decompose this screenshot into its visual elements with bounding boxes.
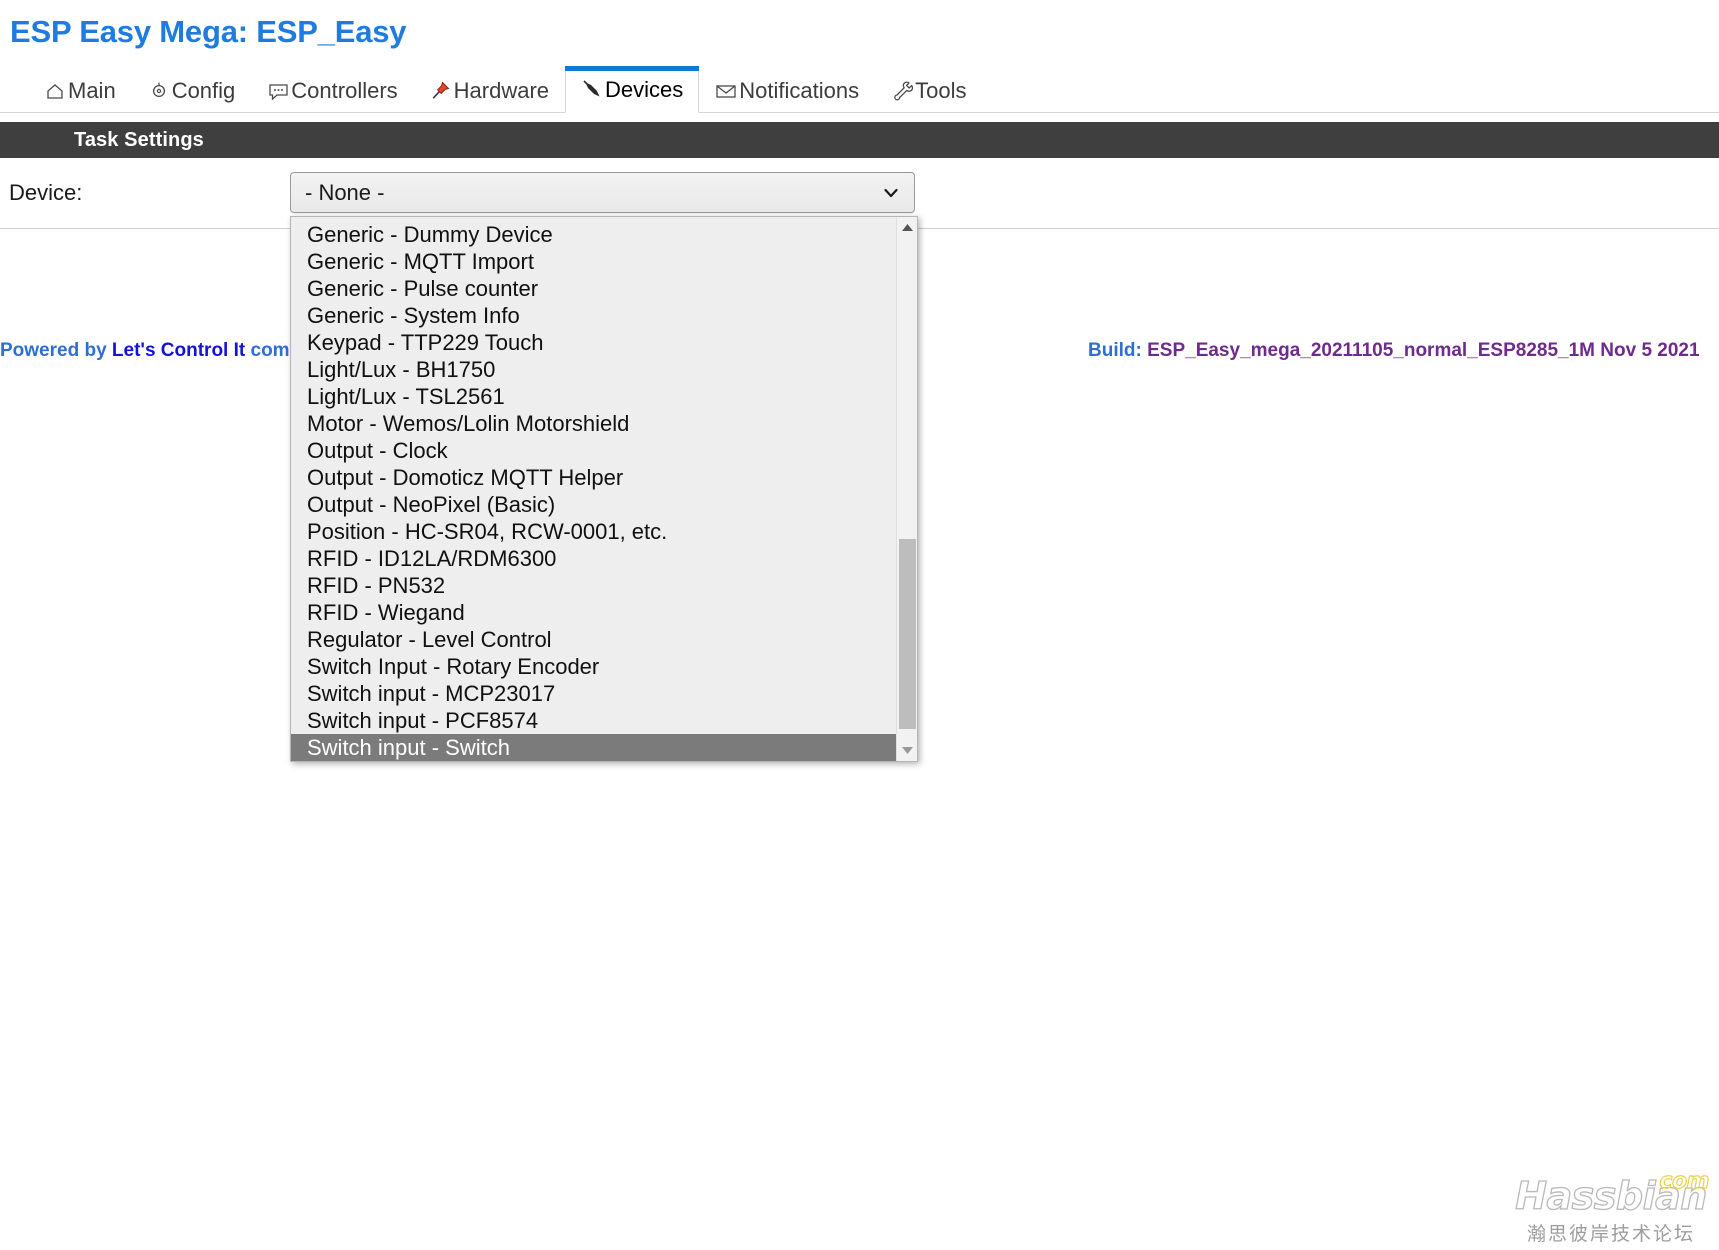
tab-hardware[interactable]: Hardware: [414, 68, 565, 112]
home-icon: [44, 80, 66, 102]
device-select[interactable]: - None -: [290, 172, 915, 213]
dropdown-option[interactable]: Switch Input - Rotary Encoder: [291, 653, 896, 680]
tab-config[interactable]: Config: [132, 68, 252, 112]
tab-main[interactable]: Main: [28, 68, 132, 112]
device-option-list[interactable]: Generic - Dummy Device Generic - MQTT Imp…: [291, 217, 896, 761]
triangle-up-icon[interactable]: [897, 217, 917, 238]
build-label: Build:: [1088, 340, 1142, 361]
scrollbar-thumb[interactable]: [899, 539, 916, 729]
dropdown-option[interactable]: Motor - Wemos/Lolin Motorshield: [291, 410, 896, 437]
tab-tools-label: Tools: [915, 77, 967, 103]
device-select-dropdown[interactable]: Generic - Dummy Device Generic - MQTT Imp…: [290, 216, 918, 762]
gear-icon: [148, 80, 170, 102]
dropdown-option[interactable]: RFID - PN532: [291, 572, 896, 599]
chevron-down-icon: [880, 182, 902, 204]
tab-controllers[interactable]: Controllers: [251, 68, 413, 112]
tab-notifications-label: Notifications: [739, 77, 860, 103]
tab-notifications[interactable]: Notifications: [699, 68, 875, 112]
tab-tools[interactable]: Tools: [875, 68, 982, 112]
watermark-subtitle: 瀚思彼岸技术论坛: [1526, 1223, 1695, 1245]
dropdown-scrollbar[interactable]: [896, 217, 917, 761]
dropdown-option[interactable]: Switch input - Switch: [291, 734, 896, 761]
wrench-icon: [891, 80, 913, 102]
page-root: ESP Easy Mega: ESP_Easy Main Config Cont…: [0, 0, 1719, 1250]
section-title: Task Settings: [74, 128, 204, 151]
dropdown-option[interactable]: RFID - ID12LA/RDM6300: [291, 545, 896, 572]
dropdown-option[interactable]: Generic - Dummy Device: [291, 221, 896, 248]
lets-control-it-link[interactable]: Let's Control It: [112, 340, 245, 361]
device-select-value: - None -: [305, 179, 385, 205]
build-value: ESP_Easy_mega_20211105_normal_ESP8285_1M…: [1147, 340, 1700, 361]
dropdown-option[interactable]: Keypad - TTP229 Touch: [291, 329, 896, 356]
plug-icon: [581, 79, 603, 101]
device-label: Device:: [9, 180, 83, 205]
main-navigation: Main Config Controllers Hardware Devices…: [0, 66, 1719, 113]
dropdown-option[interactable]: Generic - MQTT Import: [291, 248, 896, 275]
tab-hardware-label: Hardware: [453, 77, 550, 103]
dropdown-option[interactable]: Generic - Pulse counter: [291, 275, 896, 302]
build-info: Build: ESP_Easy_mega_20211105_normal_ESP…: [1088, 340, 1700, 362]
page-title: ESP Easy Mega: ESP_Easy: [10, 14, 407, 49]
task-settings-header: Task Settings: [0, 122, 1719, 158]
dropdown-option[interactable]: Switch input - PCF8574: [291, 707, 896, 734]
tab-devices-label: Devices: [605, 76, 684, 102]
dropdown-option[interactable]: Switch input - MCP23017: [291, 680, 896, 707]
dropdown-option[interactable]: Light/Lux - BH1750: [291, 356, 896, 383]
dropdown-option[interactable]: RFID - Wiegand: [291, 599, 896, 626]
dropdown-option[interactable]: Generic - System Info: [291, 302, 896, 329]
dropdown-option[interactable]: Regulator - Level Control: [291, 626, 896, 653]
speech-bubble-icon: [267, 80, 289, 102]
powered-by-text: Powered by Let's Control It commu: [0, 340, 318, 362]
watermark: Hassbian com 瀚思彼岸技术论坛: [1511, 1168, 1711, 1246]
envelope-icon: [715, 80, 737, 102]
watermark-brand: Hassbian com: [1511, 1168, 1711, 1218]
powered-prefix: Powered by: [0, 340, 112, 361]
triangle-down-icon[interactable]: [897, 740, 917, 761]
watermark-tld: com: [1659, 1168, 1710, 1194]
dropdown-option[interactable]: Output - Domoticz MQTT Helper: [291, 464, 896, 491]
dropdown-option[interactable]: Light/Lux - TSL2561: [291, 383, 896, 410]
dropdown-option[interactable]: Output - NeoPixel (Basic): [291, 491, 896, 518]
dropdown-option[interactable]: Position - HC-SR04, RCW-0001, etc.: [291, 518, 896, 545]
tab-controllers-label: Controllers: [291, 77, 398, 103]
tab-devices[interactable]: Devices: [565, 66, 700, 113]
dropdown-option[interactable]: Output - Clock: [291, 437, 896, 464]
tab-main-label: Main: [68, 77, 116, 103]
tab-config-label: Config: [171, 77, 236, 103]
pushpin-icon: [430, 80, 452, 102]
